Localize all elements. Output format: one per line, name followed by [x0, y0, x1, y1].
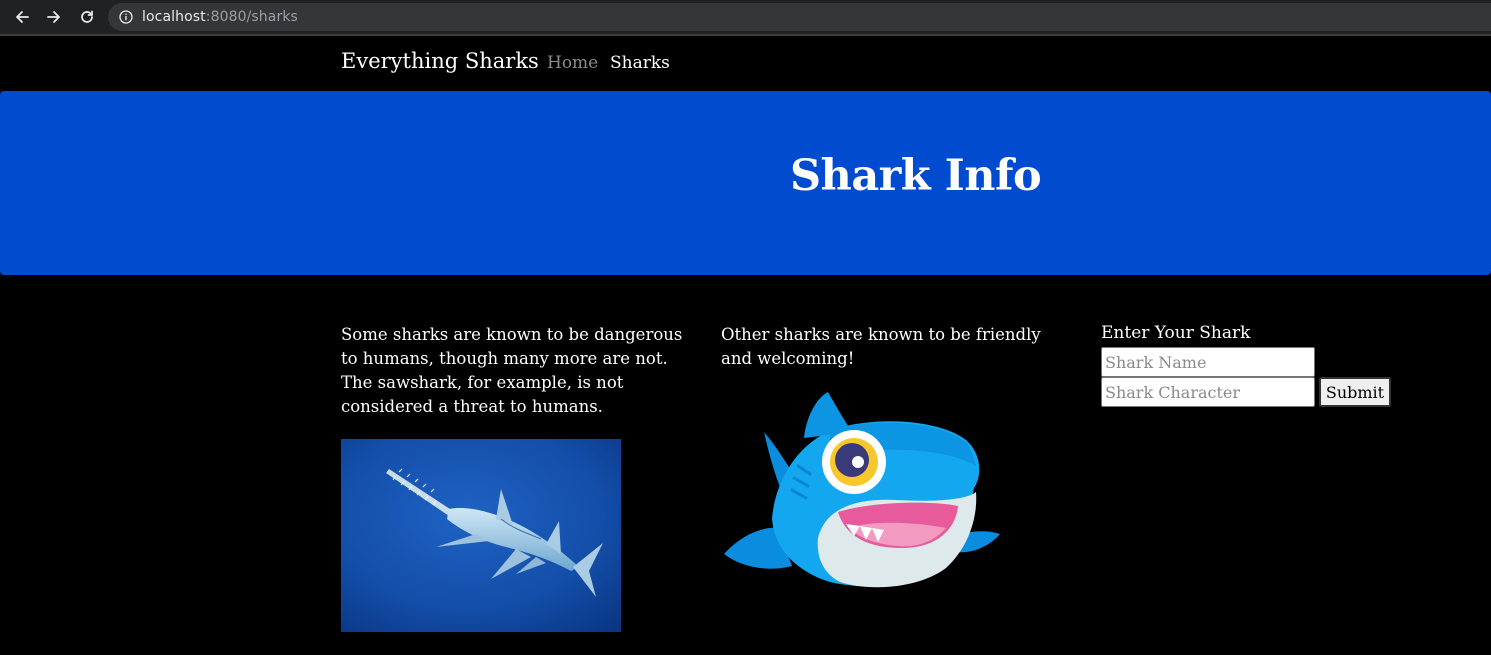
back-arrow-icon[interactable]	[10, 5, 34, 29]
url-text[interactable]: localhost:8080/sharks	[142, 9, 298, 25]
browser-toolbar: localhost:8080/sharks	[0, 0, 1491, 34]
shark-form: Enter Your Shark	[1101, 323, 1401, 343]
nav-link-sharks[interactable]: Sharks	[610, 53, 670, 73]
hero-banner: Shark Info	[0, 91, 1491, 275]
forward-arrow-icon[interactable]	[42, 5, 66, 29]
brand-link[interactable]: Everything Sharks	[341, 49, 539, 73]
reload-icon[interactable]	[75, 5, 99, 29]
page-title: Shark Info	[790, 151, 1042, 201]
form-title: Enter Your Shark	[1101, 323, 1251, 343]
url-path: :8080/sharks	[205, 9, 298, 25]
info-icon[interactable]	[119, 10, 133, 24]
url-host: localhost	[142, 9, 206, 25]
nav-link-home[interactable]: Home	[547, 53, 598, 73]
friendly-sharks-text: Other sharks are known to be friendly an…	[721, 325, 1041, 368]
dangerous-sharks-text: Some sharks are known to be dangerous to…	[341, 325, 683, 416]
site-navbar: Everything Sharks Home Sharks	[0, 36, 1491, 91]
sawshark-photo	[341, 439, 621, 632]
shark-name-input[interactable]	[1101, 347, 1315, 377]
submit-button[interactable]: Submit	[1319, 377, 1391, 407]
address-bar[interactable]: localhost:8080/sharks	[108, 3, 1491, 31]
cartoon-shark-image	[720, 388, 1004, 592]
shark-character-input[interactable]	[1101, 377, 1315, 407]
